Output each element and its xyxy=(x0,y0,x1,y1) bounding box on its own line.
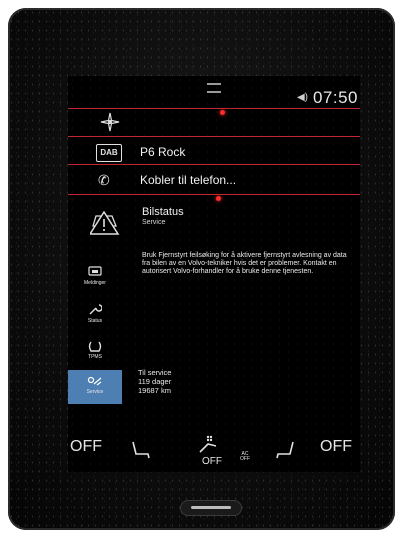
driver-temp-button[interactable]: OFF xyxy=(70,438,102,456)
sidebar-item-status[interactable]: Status xyxy=(68,304,122,324)
climate-bar: OFF OFF AC OFF OFF xyxy=(68,430,360,472)
service-distance: 19687 km xyxy=(138,386,171,395)
dab-icon: DAB xyxy=(96,144,122,162)
app-title: Bilstatus xyxy=(142,206,184,218)
service-icon xyxy=(87,376,102,386)
home-button[interactable] xyxy=(180,500,242,516)
tile-radio[interactable]: DAB P6 Rock xyxy=(68,136,360,164)
ac-button[interactable]: AC OFF xyxy=(240,452,250,462)
wrench-icon xyxy=(89,304,102,315)
tire-pressure-icon xyxy=(88,341,102,352)
car-message-icon xyxy=(88,266,102,276)
fan-icon[interactable] xyxy=(196,434,220,456)
display-bezel: ◀) 07:50 DAB P6 Rock ✆ Kobler til telefo… xyxy=(8,8,395,530)
sidebar-item-tpms[interactable]: TPMS xyxy=(68,340,122,360)
status-bar: ◀) 07:50 xyxy=(68,76,360,108)
seat-heat-right-icon[interactable] xyxy=(274,440,296,460)
speaker-icon: ◀) xyxy=(296,92,308,103)
service-info: Til service 119 dager 19687 km xyxy=(138,368,171,395)
service-heading: Til service xyxy=(138,368,172,377)
app-subtitle: Service xyxy=(142,219,166,226)
sidebar-item-label: Status xyxy=(87,318,103,324)
pull-down-handle[interactable] xyxy=(207,83,221,93)
fan-level: OFF xyxy=(202,456,222,467)
sidebar-item-label: Service xyxy=(86,389,104,395)
sidebar-item-label: Meldinger xyxy=(84,280,106,286)
divider xyxy=(68,194,360,195)
passenger-temp-button[interactable]: OFF xyxy=(320,438,352,456)
tile-phone[interactable]: ✆ Kobler til telefon... xyxy=(68,164,360,194)
car-warning-icon xyxy=(90,210,120,235)
phone-icon: ✆ xyxy=(98,172,110,188)
phone-status-label: Kobler til telefon... xyxy=(140,173,237,187)
tile-navigation[interactable] xyxy=(68,108,360,136)
center-display: ◀) 07:50 DAB P6 Rock ✆ Kobler til telefo… xyxy=(68,76,360,472)
position-dot xyxy=(220,110,225,115)
remote-diagnostics-message: Bruk Fjernstyrt feilsøking for å aktiver… xyxy=(142,252,347,275)
sidebar-item-service[interactable]: Service xyxy=(68,370,122,404)
radio-station-label: P6 Rock xyxy=(140,145,186,159)
sidebar-item-label: TPMS xyxy=(88,354,102,360)
seat-heat-left-icon[interactable] xyxy=(130,440,152,460)
accent-dot xyxy=(216,196,221,201)
compass-icon xyxy=(100,112,120,132)
service-days: 119 dager xyxy=(138,377,172,386)
clock: 07:50 xyxy=(312,88,358,107)
sidebar-item-meldinger[interactable]: Meldinger xyxy=(68,266,122,286)
ac-state: OFF xyxy=(240,456,250,462)
